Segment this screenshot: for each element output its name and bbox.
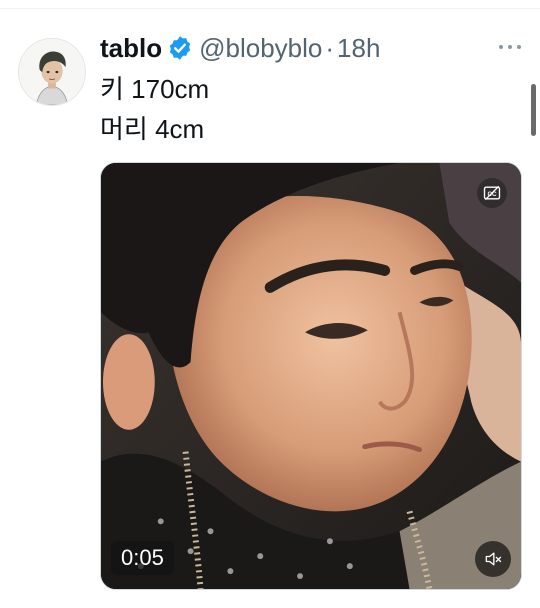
video-frame [101, 163, 521, 589]
tweet-text-line: 머리 4cm [100, 114, 205, 144]
tweet-timestamp[interactable]: 18h [337, 33, 380, 64]
header-separator: · [325, 32, 335, 63]
top-divider [0, 8, 540, 9]
volume-muted-icon [485, 552, 502, 566]
video-duration: 0:05 [111, 541, 174, 575]
avatar[interactable] [18, 38, 86, 106]
scrollbar[interactable] [531, 84, 536, 136]
more-icon [499, 45, 521, 49]
verified-badge-icon [167, 35, 193, 61]
more-options-button[interactable] [494, 37, 526, 57]
avatar-illustration [19, 39, 85, 105]
video-player[interactable]: CC 0:05 [100, 162, 522, 590]
author-name[interactable]: tablo [100, 33, 162, 64]
mute-button[interactable] [475, 541, 511, 577]
captions-button[interactable]: CC [477, 178, 507, 208]
tweet-header: tablo @blobyblo · 18h [100, 30, 380, 66]
author-handle[interactable]: @blobyblo [199, 33, 322, 64]
closed-captions-icon: CC [483, 185, 501, 201]
tweet-text-line: 키 170cm [100, 74, 210, 104]
